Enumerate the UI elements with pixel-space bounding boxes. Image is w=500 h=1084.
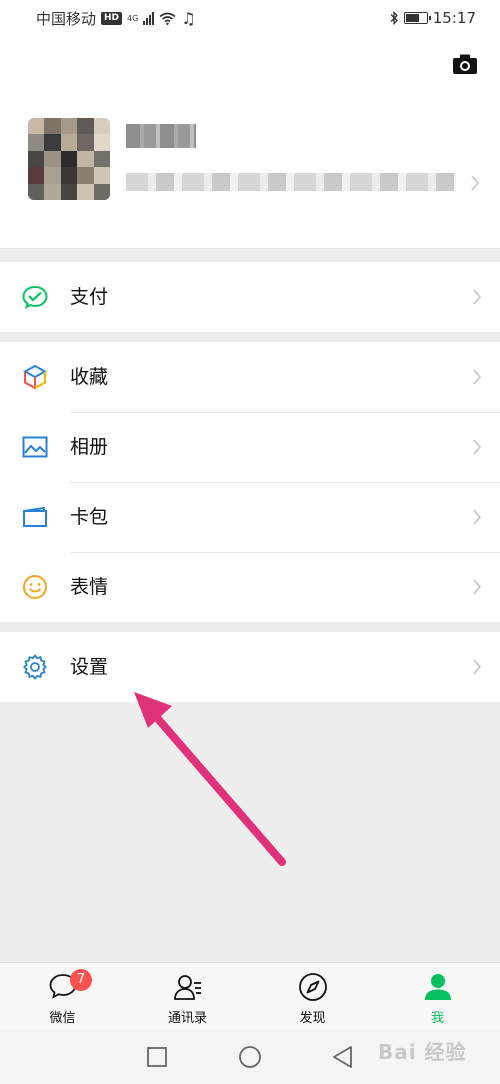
- tab-discover[interactable]: 发现: [250, 963, 375, 1030]
- profile-header[interactable]: [0, 36, 500, 249]
- card-wallet-icon: [22, 504, 48, 530]
- chevron-right-icon: [473, 509, 482, 525]
- tab-label-discover: 发现: [299, 1011, 326, 1026]
- hd-badge: HD: [101, 11, 123, 25]
- menu-group-main: 收藏 相册 卡包 表情: [0, 342, 500, 622]
- tab-contacts[interactable]: 通讯录: [125, 963, 250, 1030]
- camera-icon[interactable]: [452, 53, 478, 75]
- status-right: 15:17: [389, 9, 476, 27]
- carrier-name: 中国移动: [36, 9, 97, 28]
- menu-group-pay: 支付: [0, 262, 500, 332]
- menu-label-stickers: 表情: [70, 576, 109, 598]
- menu-label-cards: 卡包: [70, 506, 109, 528]
- chevron-right-icon: [473, 579, 482, 595]
- menu-label-favorites: 收藏: [70, 366, 109, 388]
- status-bar: 中国移动 HD 4G ♫ 15:17: [0, 0, 500, 36]
- tab-chats[interactable]: 7 微信: [0, 963, 125, 1030]
- chevron-right-icon: [471, 175, 480, 191]
- tab-label-me: 我: [430, 1011, 444, 1026]
- wifi-icon: [159, 12, 176, 25]
- chevron-right-icon: [473, 289, 482, 305]
- tab-label-chats: 微信: [49, 1011, 76, 1026]
- home-circle-icon[interactable]: [237, 1044, 263, 1070]
- smiley-icon: [22, 574, 48, 600]
- menu-item-settings[interactable]: 设置: [0, 632, 500, 702]
- menu-group-settings: 设置: [0, 632, 500, 702]
- menu-label-pay: 支付: [70, 286, 109, 308]
- bottom-tab-bar: 7 微信 通讯录 发现 我: [0, 962, 500, 1030]
- profile-name-pixelated: [126, 124, 196, 148]
- chevron-right-icon: [473, 439, 482, 455]
- image-icon: [22, 434, 48, 460]
- battery-icon: [403, 12, 431, 24]
- menu-item-pay[interactable]: 支付: [0, 262, 500, 332]
- menu-item-cards[interactable]: 卡包: [0, 482, 500, 552]
- contacts-icon: [173, 975, 201, 1000]
- tab-label-contacts: 通讯录: [167, 1011, 207, 1026]
- gear-icon: [22, 654, 48, 680]
- menu-item-favorites[interactable]: 收藏: [0, 342, 500, 412]
- menu-label-album: 相册: [70, 436, 109, 458]
- chevron-right-icon: [473, 659, 482, 675]
- menu-item-stickers[interactable]: 表情: [0, 552, 500, 622]
- back-triangle-icon[interactable]: [330, 1044, 356, 1070]
- bluetooth-icon: [390, 11, 398, 25]
- clock: 15:17: [432, 9, 476, 27]
- person-icon: [424, 974, 451, 1000]
- recents-square-icon[interactable]: [144, 1044, 170, 1070]
- chevron-right-icon: [473, 369, 482, 385]
- network-type: 4G: [127, 13, 139, 23]
- compass-icon: [298, 973, 327, 1001]
- tab-me[interactable]: 我: [375, 963, 500, 1030]
- signal-icon: [143, 11, 155, 25]
- baidu-watermark: Bai 经验: [378, 1040, 467, 1064]
- status-left: 中国移动 HD 4G ♫: [36, 8, 196, 29]
- wechat-pay-icon: [22, 284, 48, 310]
- unread-badge: 7: [70, 969, 92, 991]
- cube-icon: [22, 364, 48, 390]
- menu-label-settings: 设置: [70, 656, 109, 678]
- avatar[interactable]: [28, 118, 110, 200]
- music-note-icon: ♫: [181, 8, 196, 28]
- menu-item-album[interactable]: 相册: [0, 412, 500, 482]
- wechat-id-pixelated: [126, 173, 456, 191]
